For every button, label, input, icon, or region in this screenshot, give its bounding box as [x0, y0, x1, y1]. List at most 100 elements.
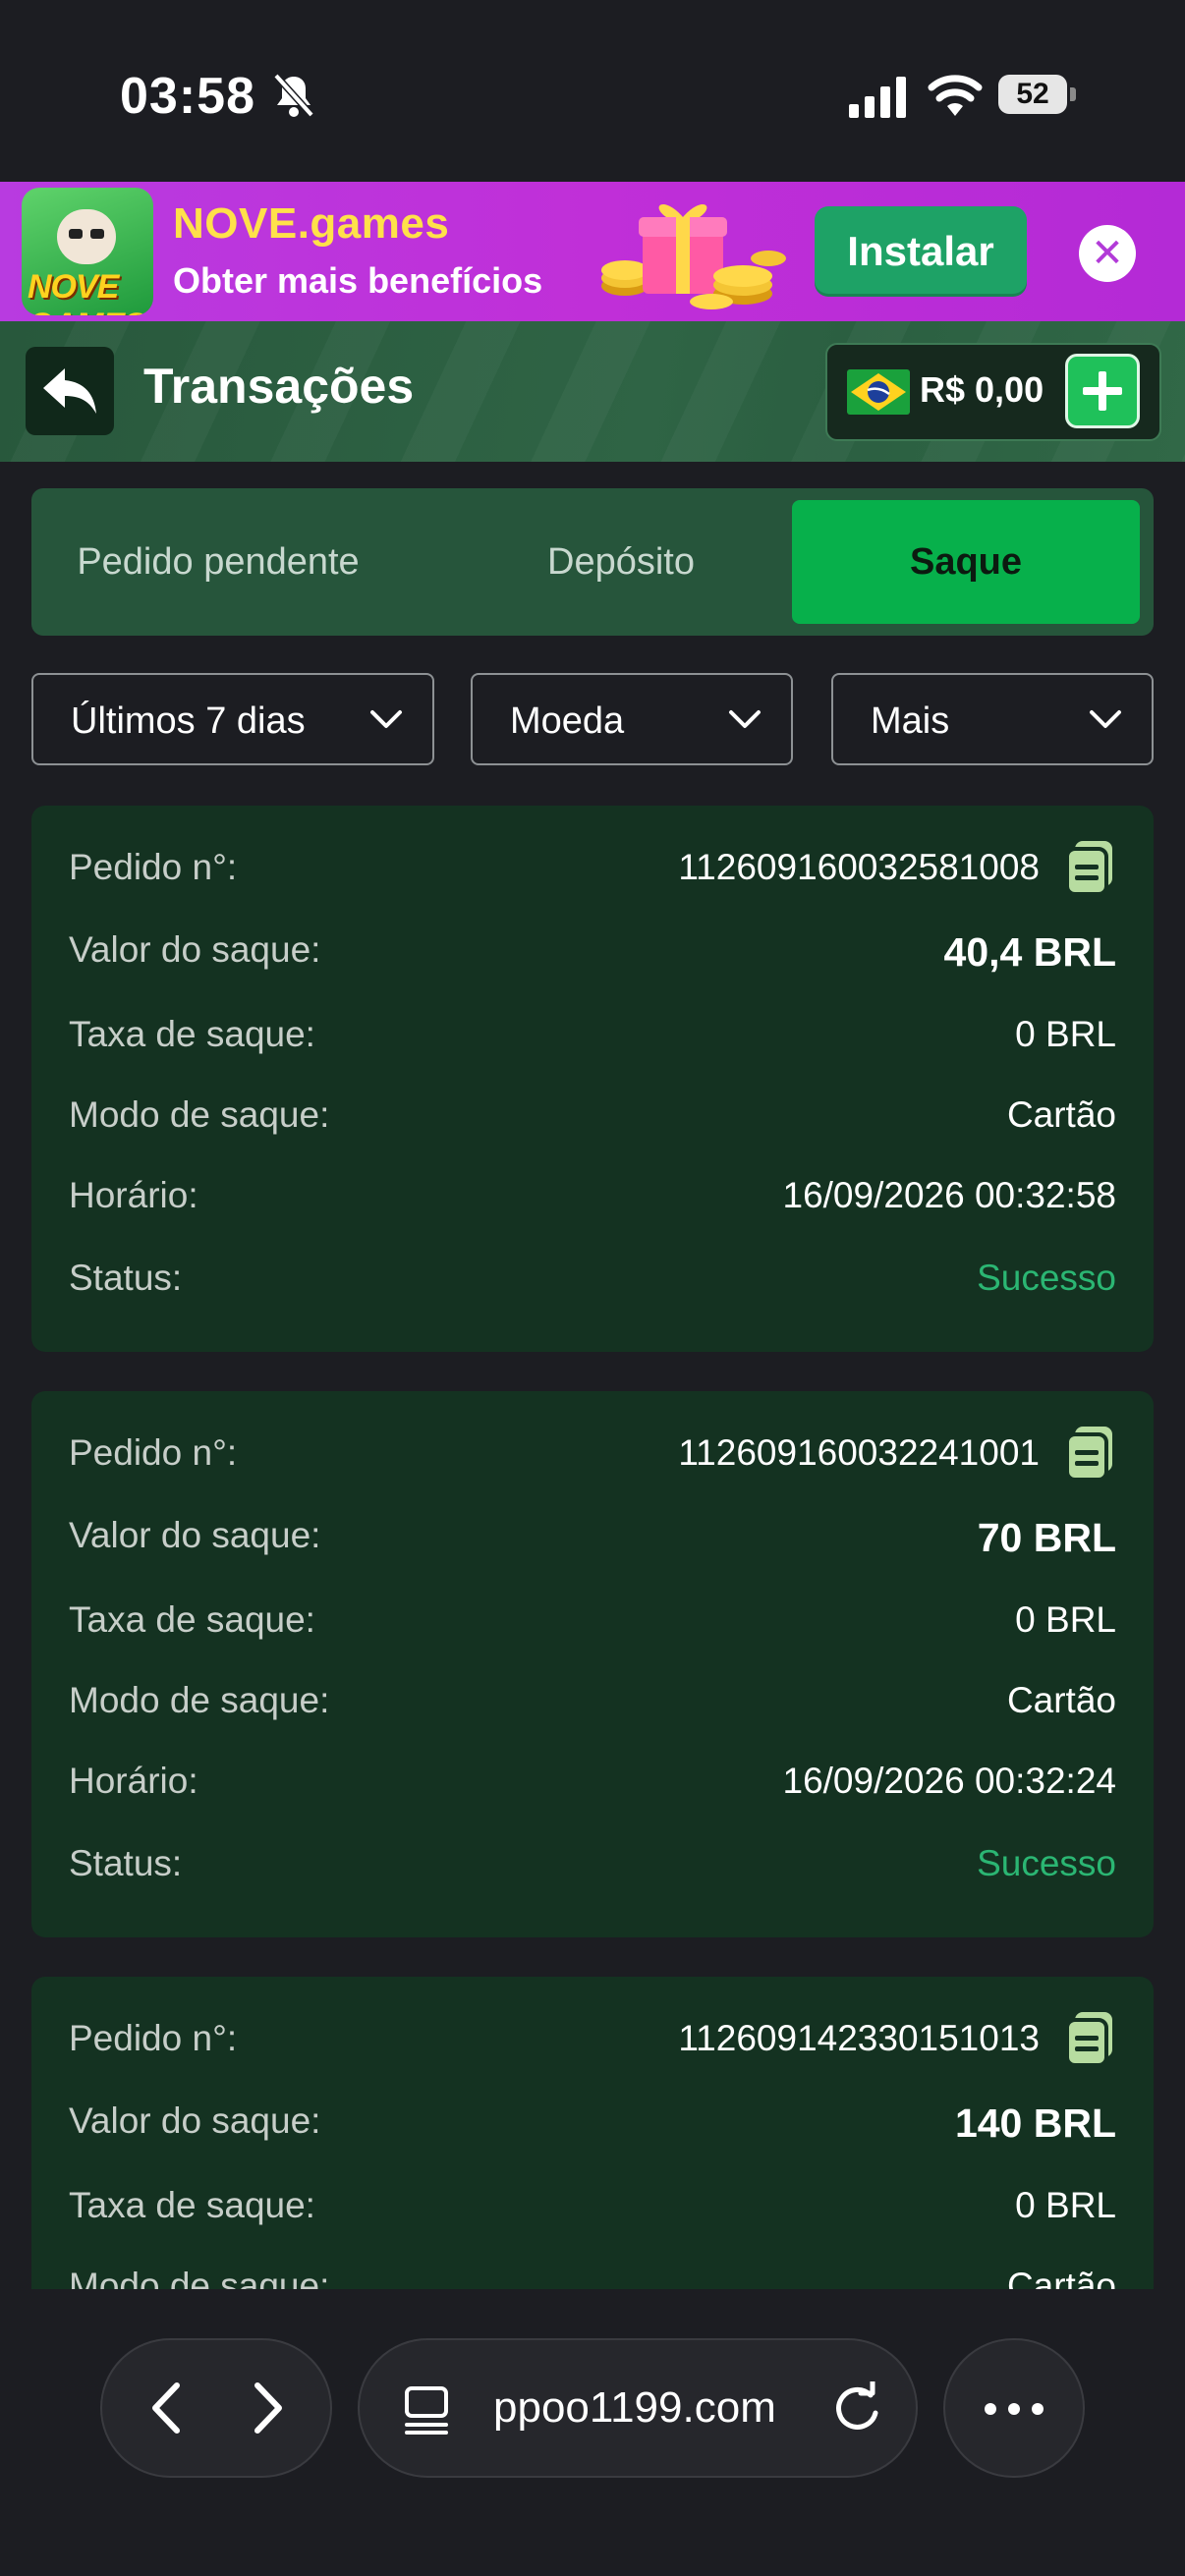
nav-buttons [100, 2338, 332, 2478]
time-label: Horário: [69, 1761, 198, 1801]
status-row: Status: Sucesso [69, 1843, 1116, 1902]
forward-chevron-icon[interactable] [236, 2378, 295, 2438]
order-label: Pedido n°: [69, 2018, 238, 2058]
time-label: Horário: [69, 1175, 198, 1215]
wifi-icon [928, 75, 983, 116]
withdrawal-mode: Cartão [1006, 2266, 1116, 2289]
mode-label: Modo de saque: [69, 1094, 330, 1135]
url-text: ppoo1199.com [493, 2383, 776, 2432]
reload-icon[interactable] [831, 2381, 882, 2435]
withdrawal-fee: 0 BRL [1015, 1599, 1116, 1640]
order-row: Pedido n°: 112609142330151013 [69, 2012, 1116, 2077]
transaction-card: Pedido n°: 112609142330151013 Valor do s… [31, 1977, 1154, 2289]
withdrawal-fee: 0 BRL [1015, 1014, 1116, 1054]
install-button[interactable]: Instalar [815, 206, 1027, 297]
logo-text: NOVE GAMES [28, 268, 146, 315]
back-chevron-icon[interactable] [140, 2378, 198, 2438]
balance-widget: R$ 0,00 [825, 343, 1161, 441]
status-value: Sucesso [977, 1843, 1116, 1883]
order-row: Pedido n°: 112609160032581008 [69, 841, 1116, 906]
amount-row: Valor do saque: 140 BRL [69, 2100, 1116, 2159]
copy-icon[interactable] [1065, 839, 1116, 896]
clock: 03:58 [120, 68, 255, 125]
withdrawal-time: 16/09/2026 00:32:58 [782, 1175, 1117, 1215]
install-app-banner: NOVE GAMES NOVE.games Obter mais benefíc… [0, 182, 1185, 321]
amount-label: Valor do saque: [69, 2100, 321, 2141]
page-menu-icon[interactable] [403, 2385, 450, 2435]
more-filters-label: Mais [871, 700, 950, 742]
amount-row: Valor do saque: 70 BRL [69, 1515, 1116, 1574]
order-number: 112609160032241001 [678, 1432, 1040, 1473]
withdrawal-fee: 0 BRL [1015, 2185, 1116, 2225]
copy-icon[interactable] [1065, 2010, 1116, 2067]
withdrawal-mode: Cartão [1006, 1680, 1116, 1720]
fee-row: Taxa de saque: 0 BRL [69, 2185, 1116, 2244]
back-arrow-icon [43, 368, 96, 414]
more-options-button[interactable] [943, 2338, 1085, 2478]
brazil-flag-icon [847, 369, 910, 415]
address-bar[interactable]: ppoo1199.com [358, 2338, 918, 2478]
page-title: Transações [143, 359, 415, 414]
bell-muted-icon [273, 73, 314, 118]
mode-row: Modo de saque: Cartão [69, 1680, 1116, 1739]
status-value: Sucesso [977, 1258, 1116, 1298]
tab-withdrawal[interactable]: Saque [792, 500, 1140, 624]
currency-label: Moeda [510, 700, 625, 742]
chevron-down-icon [729, 710, 761, 728]
chevron-down-icon [1090, 710, 1121, 728]
fee-label: Taxa de saque: [69, 2185, 315, 2225]
withdrawal-amount: 40,4 BRL [943, 929, 1116, 975]
chevron-down-icon [370, 710, 402, 728]
mode-label: Modo de saque: [69, 2266, 330, 2289]
currency-dropdown[interactable]: Moeda [471, 673, 793, 765]
transaction-card: Pedido n°: 112609160032581008 Valor do s… [31, 806, 1154, 1352]
withdrawal-amount: 70 BRL [977, 1515, 1116, 1560]
amount-row: Valor do saque: 40,4 BRL [69, 929, 1116, 988]
fee-label: Taxa de saque: [69, 1599, 315, 1640]
status-row: Status: Sucesso [69, 1258, 1116, 1316]
time-row: Horário: 16/09/2026 00:32:24 [69, 1761, 1116, 1820]
cellular-signal-icon [849, 77, 906, 118]
mode-row: Modo de saque: Cartão [69, 1094, 1116, 1153]
promo-subtitle: Obter mais benefícios [173, 260, 543, 301]
order-label: Pedido n°: [69, 847, 238, 887]
order-row: Pedido n°: 112609160032241001 [69, 1427, 1116, 1491]
status-bar: 03:58 52 [0, 0, 1185, 182]
mode-label: Modo de saque: [69, 1680, 330, 1720]
promo-title: NOVE.games [173, 199, 450, 248]
time-row: Horário: 16/09/2026 00:32:58 [69, 1175, 1116, 1234]
transactions-content: Pedido pendente Depósito Saque Últimos 7… [0, 462, 1185, 2289]
page-header: Transações R$ 0,00 [0, 321, 1185, 462]
browser-toolbar: ppoo1199.com [0, 2289, 1185, 2576]
mode-row: Modo de saque: Cartão [69, 2266, 1116, 2289]
copy-icon[interactable] [1065, 1425, 1116, 1482]
status-label: Status: [69, 1843, 183, 1883]
status-label: Status: [69, 1258, 183, 1298]
withdrawal-amount: 140 BRL [954, 2100, 1116, 2146]
transaction-card: Pedido n°: 112609160032241001 Valor do s… [31, 1391, 1154, 1937]
tab-deposit[interactable]: Depósito [415, 500, 827, 624]
amount-label: Valor do saque: [69, 929, 321, 970]
battery-indicator: 52 [998, 75, 1079, 116]
fee-row: Taxa de saque: 0 BRL [69, 1014, 1116, 1073]
balance-amount: R$ 0,00 [920, 369, 1044, 410]
date-range-label: Últimos 7 dias [71, 700, 306, 742]
fee-label: Taxa de saque: [69, 1014, 315, 1054]
withdrawal-time: 16/09/2026 00:32:24 [782, 1761, 1117, 1801]
order-label: Pedido n°: [69, 1432, 238, 1473]
amount-label: Valor do saque: [69, 1515, 321, 1555]
add-funds-button[interactable] [1065, 354, 1140, 428]
back-button[interactable] [26, 347, 114, 435]
withdrawal-mode: Cartão [1006, 1094, 1116, 1135]
transaction-tabs: Pedido pendente Depósito Saque [31, 488, 1154, 636]
order-number: 112609142330151013 [678, 2018, 1040, 2058]
tab-pending-order[interactable]: Pedido pendente [31, 500, 405, 624]
more-filters-dropdown[interactable]: Mais [831, 673, 1154, 765]
close-banner-icon[interactable]: ✕ [1079, 225, 1136, 282]
gift-coins-illustration [601, 203, 786, 309]
order-number: 112609160032581008 [678, 847, 1040, 887]
app-logo: NOVE GAMES [22, 188, 153, 315]
battery-level: 52 [998, 75, 1067, 114]
fee-row: Taxa de saque: 0 BRL [69, 1599, 1116, 1658]
date-range-dropdown[interactable]: Últimos 7 dias [31, 673, 434, 765]
